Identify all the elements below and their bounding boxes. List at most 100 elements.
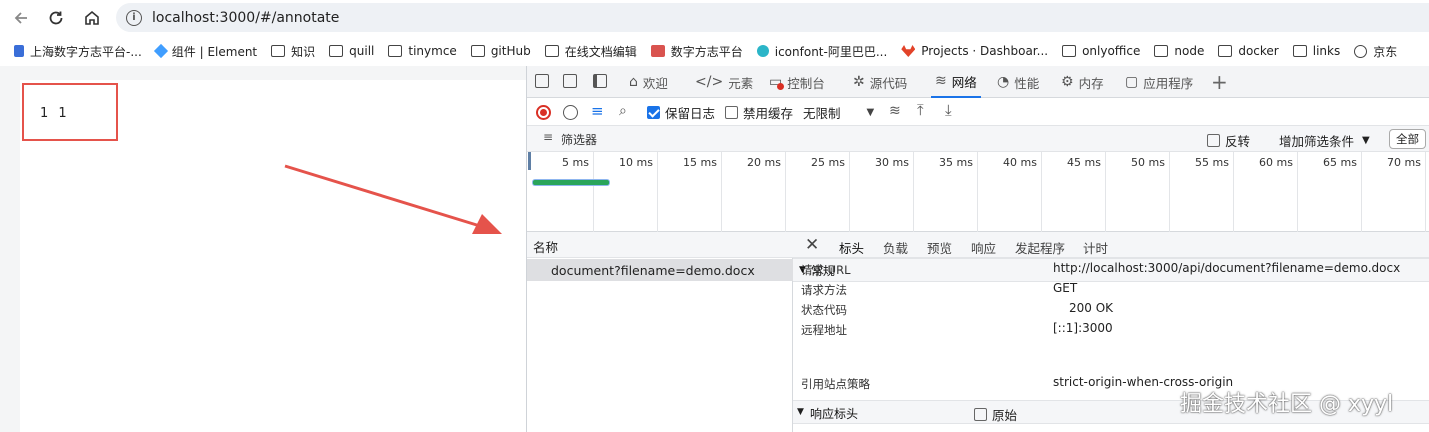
timeline-gridline bbox=[913, 152, 914, 232]
reload-button[interactable] bbox=[43, 5, 69, 31]
timeline-gridline bbox=[593, 152, 594, 232]
memory-icon: ⚙ bbox=[1061, 74, 1074, 90]
bookmark-item[interactable]: Projects · Dashboar... bbox=[901, 44, 1048, 58]
bookmark-folder[interactable]: onlyoffice bbox=[1062, 44, 1140, 58]
record-icon[interactable] bbox=[536, 105, 551, 120]
bookmark-item[interactable]: iconfont-阿里巴巴... bbox=[756, 43, 887, 60]
tab-performance[interactable]: ◔ 性能 bbox=[997, 66, 1039, 98]
site-icon bbox=[14, 45, 24, 57]
general-key: 请求 URL bbox=[801, 263, 851, 277]
timeline-gridline bbox=[1169, 152, 1170, 232]
network-toolbar: ≡ ⌕ 保留日志 禁用缓存 无限制 ▼ ≋ ⤒ ⤓ bbox=[527, 98, 1429, 126]
tab-preview[interactable]: 预览 bbox=[927, 238, 952, 257]
tab-initiator[interactable]: 发起程序 bbox=[1015, 238, 1065, 257]
tab-network[interactable]: ≋ 网络 bbox=[931, 66, 981, 98]
timeline-tick-label: 60 ms bbox=[1259, 156, 1293, 169]
tab-payload[interactable]: 负载 bbox=[883, 238, 908, 257]
timeline-tick-label: 45 ms bbox=[1067, 156, 1101, 169]
address-bar[interactable]: i localhost:3000/#/annotate bbox=[116, 3, 1429, 32]
device-toolbar-icon[interactable] bbox=[563, 74, 577, 88]
timeline-tick-label: 15 ms bbox=[683, 156, 717, 169]
application-icon: ▢ bbox=[1125, 74, 1139, 90]
bookmark-item[interactable]: 京东 bbox=[1354, 43, 1397, 60]
tab-elements[interactable]: </> 元素 bbox=[695, 66, 753, 98]
timeline-tick-label: 55 ms bbox=[1195, 156, 1229, 169]
response-headers-title: 响应标头 bbox=[810, 407, 859, 421]
timeline-cursor bbox=[528, 152, 531, 170]
raw-checkbox[interactable]: 原始 bbox=[974, 405, 1017, 424]
tab-response[interactable]: 响应 bbox=[971, 238, 996, 257]
tab-sources[interactable]: ✲ 源代码 bbox=[853, 66, 907, 98]
dock-icon[interactable] bbox=[593, 74, 607, 88]
bookmark-item[interactable]: 数字方志平台 bbox=[650, 43, 743, 60]
watermark: 掘金技术社区 @ xyyl bbox=[1180, 392, 1394, 417]
wifi-icon: ≋ bbox=[935, 73, 947, 89]
annotation-text: 1 1 bbox=[40, 106, 70, 121]
network-timeline: 5 ms 10 ms 15 ms 20 ms 25 ms 30 ms 35 ms 40 ms 4… bbox=[527, 152, 1429, 232]
folder-icon bbox=[1218, 45, 1233, 57]
gitlab-logo-icon bbox=[901, 45, 916, 57]
filter-settings-icon[interactable]: ≡ bbox=[591, 102, 604, 120]
import-har-icon[interactable]: ⤒ bbox=[917, 101, 924, 119]
throttle-select[interactable]: 无限制 ▼ bbox=[803, 103, 874, 122]
timeline-gridline bbox=[1425, 152, 1426, 232]
filter-bar: ≡ 筛选器 反转 增加筛选条件 ▼ 全部 bbox=[527, 126, 1429, 152]
invert-checkbox[interactable]: 反转 bbox=[1207, 131, 1250, 150]
caret-down-icon: ▼ bbox=[797, 407, 804, 417]
more-filters-dropdown[interactable]: 增加筛选条件 ▼ bbox=[1279, 131, 1370, 150]
tab-application[interactable]: ▢ 应用程序 bbox=[1125, 66, 1193, 98]
tab-timing[interactable]: 计时 bbox=[1083, 238, 1108, 257]
address-text: localhost:3000/#/annotate bbox=[152, 9, 340, 26]
info-icon[interactable]: i bbox=[126, 9, 142, 26]
iconfont-logo-icon bbox=[756, 45, 769, 57]
search-icon[interactable]: ⌕ bbox=[619, 103, 627, 119]
tab-memory[interactable]: ⚙ 内存 bbox=[1061, 66, 1104, 98]
folder-icon bbox=[1154, 45, 1169, 57]
bookmark-item[interactable]: 组件 | Element bbox=[153, 43, 257, 60]
list-header bbox=[527, 232, 793, 258]
bookmark-item[interactable]: 上海数字方志平台-... bbox=[14, 43, 142, 60]
code-icon: </> bbox=[695, 74, 724, 90]
timeline-gridline bbox=[1105, 152, 1106, 232]
tab-welcome[interactable]: ⌂ 欢迎 bbox=[629, 66, 668, 98]
back-button[interactable] bbox=[8, 5, 34, 31]
export-har-icon[interactable]: ⤓ bbox=[945, 101, 952, 119]
timeline-tick-label: 30 ms bbox=[875, 156, 909, 169]
filter-all-button[interactable]: 全部 bbox=[1389, 129, 1426, 149]
disable-cache-checkbox[interactable]: 禁用缓存 bbox=[725, 103, 793, 122]
devtools-panel: ⌂ 欢迎 </> 元素 ▭ 控制台 ✲ 源代码 ≋ 网络 ◔ 性能 ⚙ 内存 ▢ 应用程序 + … bbox=[526, 66, 1429, 432]
filter-input[interactable]: 筛选器 bbox=[561, 131, 597, 148]
inspect-icon[interactable] bbox=[535, 74, 549, 88]
timeline-tick-label: 35 ms bbox=[939, 156, 973, 169]
performance-icon: ◔ bbox=[997, 74, 1010, 90]
timeline-gridline bbox=[721, 152, 722, 232]
bookmark-folder[interactable]: 知识 bbox=[271, 43, 315, 60]
annotation-highlight-box bbox=[22, 83, 118, 141]
preserve-log-checkbox[interactable]: 保留日志 bbox=[647, 103, 715, 122]
tab-console[interactable]: ▭ 控制台 bbox=[769, 66, 825, 98]
devtools-tabs: ⌂ 欢迎 </> 元素 ▭ 控制台 ✲ 源代码 ≋ 网络 ◔ 性能 ⚙ 内存 ▢ 应用程序 + bbox=[527, 66, 1429, 98]
site-icon bbox=[650, 45, 665, 57]
arrow-left-icon bbox=[14, 12, 27, 24]
close-icon[interactable]: ✕ bbox=[805, 235, 819, 255]
folder-icon bbox=[388, 45, 403, 57]
home-button[interactable] bbox=[79, 5, 105, 31]
bookmark-folder[interactable]: 在线文档编辑 bbox=[544, 43, 637, 60]
bookmark-folder[interactable]: quill bbox=[329, 44, 374, 58]
add-tab-icon[interactable]: + bbox=[1211, 70, 1228, 94]
timeline-tick-label: 10 ms bbox=[619, 156, 653, 169]
bookmark-folder[interactable]: tinymce bbox=[388, 44, 457, 58]
bookmark-folder[interactable]: links bbox=[1292, 44, 1340, 58]
network-conditions-icon[interactable]: ≋ bbox=[889, 103, 901, 119]
timeline-tick-label: 50 ms bbox=[1131, 156, 1165, 169]
bookmark-folder[interactable]: gitHub bbox=[470, 44, 531, 58]
browser-toolbar: i localhost:3000/#/annotate bbox=[0, 0, 1429, 36]
bookmark-folder[interactable]: docker bbox=[1218, 44, 1279, 58]
name-column-header[interactable]: 名称 bbox=[533, 237, 558, 256]
general-key: 远程地址 bbox=[801, 323, 847, 337]
bookmark-folder[interactable]: node bbox=[1154, 44, 1204, 58]
clear-icon[interactable] bbox=[563, 105, 578, 120]
timeline-tick-label: 65 ms bbox=[1323, 156, 1357, 169]
timeline-request-bar bbox=[533, 180, 609, 185]
timeline-tick-label: 25 ms bbox=[811, 156, 845, 169]
